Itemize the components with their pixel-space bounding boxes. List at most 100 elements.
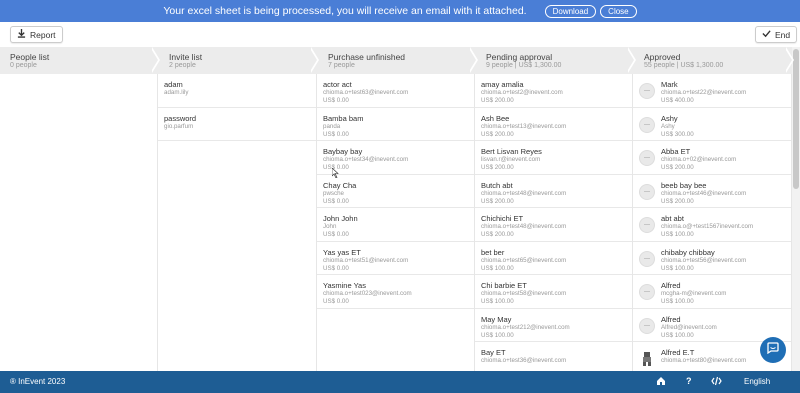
help-icon[interactable]: ? [686, 376, 692, 386]
robot-avatar-icon [639, 351, 655, 367]
home-icon[interactable] [656, 376, 666, 388]
person-name: Chichichi ET [481, 214, 524, 223]
end-button[interactable]: End [755, 26, 798, 43]
cursor-icon [331, 167, 339, 180]
column-header-pending-approval[interactable]: Pending approval 9 people | US$ 1,300.00 [476, 47, 636, 74]
person-name: bet ber [481, 247, 505, 257]
person-name: amay amalia [481, 80, 524, 89]
person-amount: US$ 100.00 [481, 264, 514, 272]
person-name: Yasmine Yas [323, 281, 366, 290]
person-card[interactable]: amay amalia chioma.o+test2@inevent.com US$… [475, 74, 632, 108]
person-amount: US$ 100.00 [481, 331, 514, 339]
column-approved: — Mark chioma.o+test22@inevent.com US$ 400.… [633, 74, 792, 371]
person-card[interactable]: — chibaby chibbay chioma.o+test56@inevent.… [633, 242, 791, 275]
person-amount: US$ 400.00 [661, 97, 694, 104]
person-name: actor act [323, 80, 352, 89]
copyright: ® InEvent 2023 [10, 377, 66, 386]
person-amount: US$ 200.00 [481, 130, 514, 138]
person-amount: US$ 100.00 [481, 298, 514, 305]
person-email: gio.parfum [164, 122, 194, 130]
avatar: — [639, 317, 655, 334]
person-email: panda [323, 122, 341, 130]
person-email: chioma.o+test2@inevent.com [481, 89, 563, 96]
person-card[interactable]: — Alfred mcgha-m@inevent.com US$ 100.00 [633, 275, 791, 309]
person-name: Chi barbie ET [481, 281, 527, 290]
column-count: 9 people | US$ 1,300.00 [486, 62, 562, 69]
person-card[interactable]: — Abba ET chioma.o+02@inevent.com US$ 200.0… [633, 141, 791, 175]
person-name: chibaby chibbay [661, 247, 715, 257]
column-title: Purchase unfinished [328, 52, 406, 62]
person-name: Ash Bee [481, 113, 510, 123]
person-card[interactable]: — abt abt chioma.o@+test1567inevent.com US$… [633, 208, 791, 242]
person-name: Alfred [661, 281, 681, 290]
person-email: Ashy [661, 122, 675, 130]
vertical-scrollbar[interactable] [792, 47, 800, 371]
person-email: chioma.o+test46@inevent.com [661, 189, 747, 197]
person-card[interactable]: Bay ET chioma.o+test36@inevent.com [475, 342, 632, 371]
person-card[interactable]: Butch abt chioma.o+test48@inevent.com US$ … [475, 175, 632, 208]
person-name: Bert Lisvan Reyes [481, 147, 542, 156]
person-email: chioma.o+test13@inevent.com [481, 122, 567, 130]
person-email: lisvan.r@inevent.com [481, 156, 541, 163]
person-email: chioma.o+test36@inevent.com [481, 357, 567, 364]
person-name: Butch abt [481, 180, 513, 190]
avatar: — [639, 116, 655, 133]
person-amount: US$ 200.00 [481, 231, 514, 238]
person-name: Abba ET [661, 147, 691, 156]
person-amount: US$ 200.00 [481, 97, 514, 104]
person-amount: US$ 200.00 [661, 164, 694, 171]
column-title: Approved [644, 52, 681, 62]
person-card[interactable]: bet ber chioma.o+test65@inevent.com US$ 10… [475, 242, 632, 275]
person-amount: US$ 300.00 [661, 130, 694, 138]
avatar: — [639, 83, 655, 99]
person-email: chioma.o+test48@inevent.com [481, 189, 567, 197]
person-card[interactable]: Bert Lisvan Reyes lisvan.r@inevent.com US$… [475, 141, 632, 175]
column-title: Pending approval [486, 52, 553, 62]
person-card[interactable]: — Mark chioma.o+test22@inevent.com US$ 400.… [633, 74, 791, 108]
end-label: End [775, 29, 791, 40]
column-title: People list [10, 52, 50, 62]
column-header-invite-list[interactable]: Invite list 2 people [159, 47, 319, 74]
person-name: Chay Cha [323, 180, 357, 190]
language-selector[interactable]: English [744, 377, 770, 386]
person-card[interactable]: password gio.parfum [158, 108, 316, 141]
column-count: 55 people | US$ 1,300.00 [644, 62, 724, 69]
person-email: chioma.o+test58@inevent.com [481, 290, 567, 297]
download-button[interactable]: Download [544, 4, 597, 18]
person-amount: US$ 0.00 [323, 197, 349, 205]
person-card[interactable]: Yasmine Yas chioma.o+test023@inevent.com U… [317, 275, 474, 309]
column-header-people-list[interactable]: People list 0 people [0, 47, 160, 74]
person-card[interactable]: Baybay bay chioma.o+test34@inevent.com US$… [317, 141, 474, 175]
column-header-approved[interactable]: Approved 55 people | US$ 1,300.00 [634, 47, 794, 74]
person-card[interactable]: John John John US$ 0.00 [317, 208, 474, 242]
report-button[interactable]: Report [10, 26, 63, 43]
person-card[interactable]: — Ashy Ashy US$ 300.00 [633, 108, 791, 141]
person-email: mcgha-m@inevent.com [661, 290, 727, 297]
person-card[interactable]: Chichichi ET chioma.o+test48@inevent.com U… [475, 208, 632, 242]
person-card[interactable]: — beeb bay bee chioma.o+test46@inevent.com… [633, 175, 791, 208]
person-card[interactable]: Chi barbie ET chioma.o+test58@inevent.com… [475, 275, 632, 309]
person-email: chioma.o+test51@inevent.com [323, 256, 409, 264]
footer: ® InEvent 2023 ? English [0, 371, 800, 393]
pipeline-header: People list 0 people Invite list 2 peopl… [0, 47, 794, 74]
person-card[interactable]: Yas yas ET chioma.o+test51@inevent.com US$… [317, 242, 474, 275]
column-header-purchase-unfinished[interactable]: Purchase unfinished 7 people [318, 47, 478, 74]
avatar: — [639, 150, 655, 166]
code-icon[interactable] [711, 376, 722, 388]
chat-icon [767, 341, 779, 359]
person-card[interactable]: Ash Bee chioma.o+test13@inevent.com US$ 20… [475, 108, 632, 141]
person-card[interactable]: May May chioma.o+test212@inevent.com US$ 1… [475, 309, 632, 342]
person-amount: US$ 0.00 [323, 164, 349, 171]
person-email: chioma.o+test22@inevent.com [661, 89, 747, 96]
chat-button[interactable] [760, 337, 786, 363]
column-count: 0 people [10, 62, 37, 69]
person-card[interactable]: adam adam.lily [158, 74, 316, 108]
person-card[interactable]: Bamba bam panda US$ 0.00 [317, 108, 474, 141]
person-card[interactable]: Chay Cha pwsche US$ 0.00 [317, 175, 474, 208]
person-card[interactable]: actor act chioma.o+test63@inevent.com US$ … [317, 74, 474, 108]
report-label: Report [30, 29, 56, 40]
person-name: Alfred [661, 314, 681, 324]
close-button[interactable]: Close [600, 4, 637, 18]
person-name: adam [164, 80, 183, 89]
person-amount: US$ 0.00 [323, 97, 349, 104]
